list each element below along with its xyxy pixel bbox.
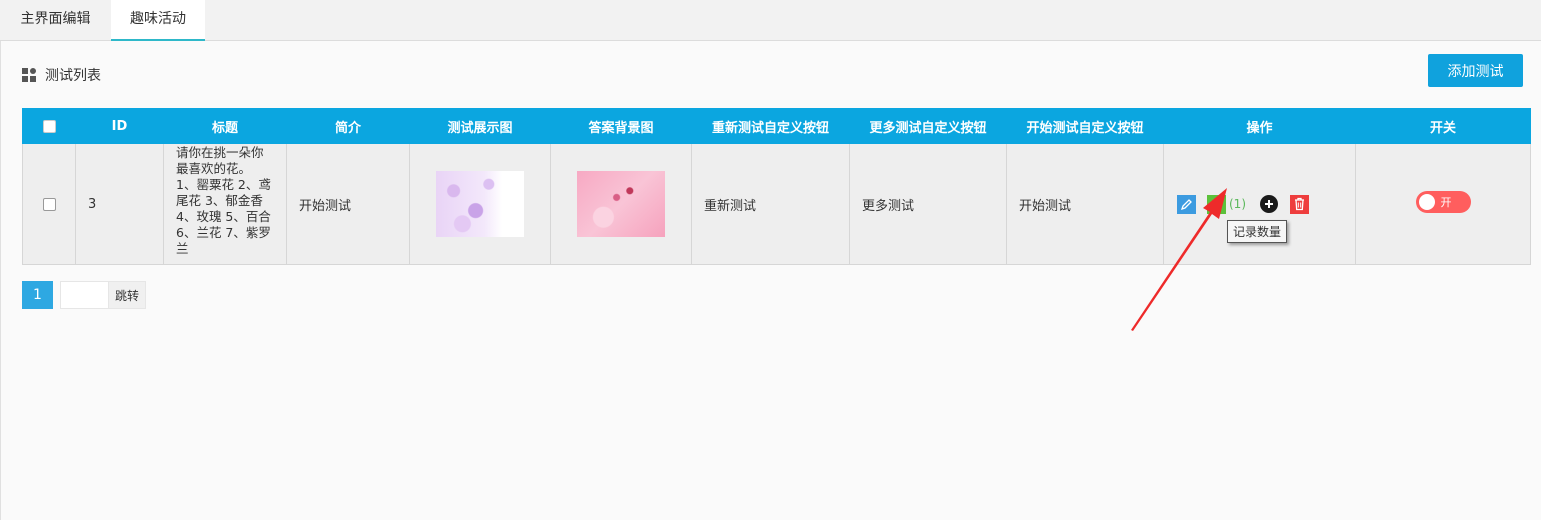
row-intro: 开始测试 [286, 143, 410, 265]
col-intro: 简介 [286, 108, 410, 144]
record-icon[interactable] [1207, 194, 1226, 214]
row-actions-cell: (1) 记录数量 [1163, 143, 1356, 265]
switch-knob [1418, 194, 1435, 210]
row-actions: (1) 记录数量 [1164, 194, 1355, 243]
table-row: 3 请你在挑一朵你最喜欢的花。 1、罂粟花 2、鸢尾花 3、郁金香 4、玫瑰 5… [22, 143, 1531, 265]
row-title: 请你在挑一朵你最喜欢的花。 1、罂粟花 2、鸢尾花 3、郁金香 4、玫瑰 5、百… [176, 145, 271, 256]
switch-label: 开 [1440, 196, 1452, 209]
plus-circle-icon[interactable] [1260, 195, 1278, 213]
row-display-image-cell [409, 143, 551, 265]
add-test-button[interactable]: 添加测试 [1428, 54, 1523, 87]
row-answer-bg-cell [550, 143, 692, 265]
answer-bg-thumbnail[interactable] [577, 171, 665, 237]
tab-bar: 主界面编辑 趣味活动 [0, 0, 1541, 41]
row-start: 开始测试 [1006, 143, 1164, 265]
col-retest-button: 重新测试自定义按钮 [691, 108, 850, 144]
col-title: 标题 [163, 108, 287, 144]
col-answer-bg: 答案背景图 [550, 108, 692, 144]
col-display-image: 测试展示图 [409, 108, 551, 144]
display-image-thumbnail[interactable] [436, 171, 524, 237]
record-count: (1) [1229, 197, 1246, 211]
record-count-tooltip: 记录数量 [1227, 219, 1288, 243]
tab-main-edit[interactable]: 主界面编辑 [0, 0, 111, 41]
row-checkbox-cell [22, 143, 76, 265]
section-title-label: 测试列表 [45, 68, 101, 84]
trash-icon[interactable] [1290, 194, 1309, 214]
col-start-button: 开始测试自定义按钮 [1006, 108, 1164, 144]
col-more-button: 更多测试自定义按钮 [849, 108, 1007, 144]
row-retest: 重新测试 [691, 143, 850, 265]
status-switch[interactable]: 开 [1415, 191, 1471, 213]
row-switch-cell: 开 [1355, 143, 1531, 265]
section-title: 测试列表 [22, 65, 101, 85]
col-switch: 开关 [1355, 108, 1531, 144]
left-border [0, 41, 1, 520]
table-header: ID 标题 简介 测试展示图 答案背景图 重新测试自定义按钮 更多测试自定义按钮… [22, 108, 1531, 144]
row-checkbox[interactable] [42, 197, 56, 211]
col-actions: 操作 [1163, 108, 1356, 144]
col-id: ID [75, 108, 164, 144]
header-checkbox-cell [22, 108, 76, 144]
row-title-cell: 请你在挑一朵你最喜欢的花。 1、罂粟花 2、鸢尾花 3、郁金香 4、玫瑰 5、百… [163, 143, 287, 265]
page-jump-button[interactable]: 跳转 [109, 281, 147, 309]
pagination: 1 跳转 [22, 281, 147, 309]
edit-icon[interactable] [1177, 194, 1196, 214]
page-jump-input[interactable] [60, 281, 109, 309]
row-id: 3 [75, 143, 164, 265]
page-number-current[interactable]: 1 [22, 281, 53, 309]
row-more: 更多测试 [849, 143, 1007, 265]
grid-icon [22, 68, 37, 82]
select-all-checkbox[interactable] [42, 119, 56, 133]
tab-fun-activity[interactable]: 趣味活动 [111, 0, 205, 41]
test-table: ID 标题 简介 测试展示图 答案背景图 重新测试自定义按钮 更多测试自定义按钮… [22, 108, 1531, 265]
